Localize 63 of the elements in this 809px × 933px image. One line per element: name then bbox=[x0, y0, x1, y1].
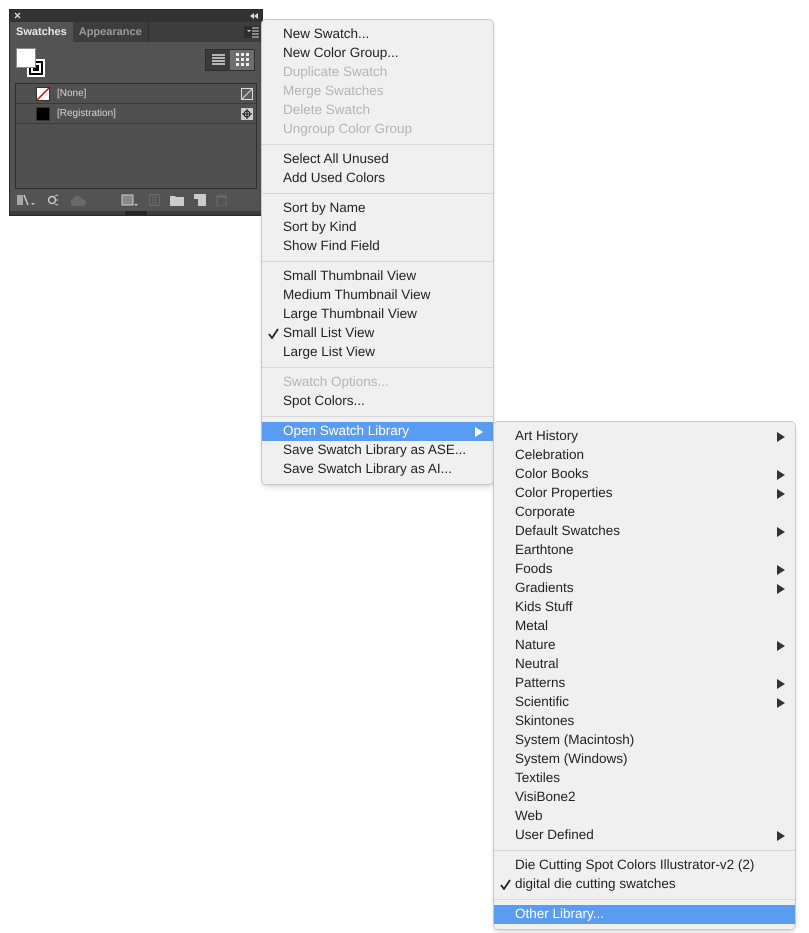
list-view-button[interactable] bbox=[206, 50, 230, 70]
menu-item[interactable]: Nature bbox=[494, 636, 795, 655]
none-swatch-icon bbox=[36, 86, 50, 101]
menu-item[interactable]: Metal bbox=[494, 617, 795, 636]
menu-item[interactable]: Textiles bbox=[494, 769, 795, 788]
menu-item[interactable]: Large List View bbox=[262, 343, 493, 362]
menu-item[interactable]: Web bbox=[494, 807, 795, 826]
list-icon bbox=[212, 54, 224, 66]
menu-item[interactable]: Color Books bbox=[494, 465, 795, 484]
menu-item[interactable]: Add Used Colors bbox=[262, 169, 493, 188]
resize-grip-icon[interactable] bbox=[125, 210, 147, 215]
menu-item[interactable]: Patterns bbox=[494, 674, 795, 693]
swatch-row[interactable]: [None] bbox=[16, 84, 256, 104]
menu-item[interactable]: Neutral bbox=[494, 655, 795, 674]
new-swatch-icon[interactable] bbox=[194, 194, 206, 206]
collapse-icon[interactable] bbox=[250, 12, 258, 19]
menu-item[interactable]: Spot Colors... bbox=[262, 392, 493, 411]
menu-item[interactable]: Die Cutting Spot Colors Illustrator-v2 (2) bbox=[494, 856, 795, 875]
menu-item[interactable]: Medium Thumbnail View bbox=[262, 286, 493, 305]
menu-icon[interactable] bbox=[244, 26, 260, 38]
grid-icon bbox=[236, 53, 248, 66]
swatch-name: [None] bbox=[57, 87, 88, 102]
menu-item[interactable]: System (Windows) bbox=[494, 750, 795, 769]
menu-item[interactable]: Small Thumbnail View bbox=[262, 267, 493, 286]
menu-item[interactable]: Show Find Field bbox=[262, 237, 493, 256]
menu-item[interactable]: New Color Group... bbox=[262, 44, 493, 63]
close-icon[interactable] bbox=[14, 12, 21, 20]
menu-item[interactable]: digital die cutting swatches bbox=[494, 875, 795, 894]
menu-item[interactable]: Large Thumbnail View bbox=[262, 305, 493, 324]
menu-item[interactable]: Scientific bbox=[494, 693, 795, 712]
color-group-icon[interactable] bbox=[121, 194, 139, 207]
panel-tab[interactable]: Appearance bbox=[72, 22, 149, 42]
menu-item[interactable]: Small List View bbox=[262, 324, 493, 343]
menu-item[interactable]: Gradients bbox=[494, 579, 795, 598]
swatch-name: [Registration] bbox=[57, 107, 117, 122]
menu-item[interactable]: Skintones bbox=[494, 712, 795, 731]
menu-item[interactable]: Kids Stuff bbox=[494, 598, 795, 617]
menu-item[interactable]: Earthtone bbox=[494, 541, 795, 560]
menu-item[interactable]: Default Swatches bbox=[494, 522, 795, 541]
library-icon[interactable] bbox=[17, 194, 37, 206]
menu-item[interactable]: Celebration bbox=[494, 446, 795, 465]
swatch-row[interactable]: [Registration] bbox=[16, 104, 256, 124]
menu-item[interactable]: System (Macintosh) bbox=[494, 731, 795, 750]
menu-item[interactable]: Select All Unused bbox=[262, 150, 493, 169]
menu-item[interactable]: Corporate bbox=[494, 503, 795, 522]
menu-item[interactable]: Color Properties bbox=[494, 484, 795, 503]
menu-item[interactable]: Foods bbox=[494, 560, 795, 579]
menu-item[interactable]: Save Swatch Library as ASE... bbox=[262, 441, 493, 460]
panel-tab[interactable]: Swatches bbox=[10, 22, 73, 42]
menu-item[interactable]: Sort by Name bbox=[262, 199, 493, 218]
registration-swatch-icon bbox=[36, 106, 50, 121]
menu-item[interactable]: New Swatch... bbox=[262, 25, 493, 44]
grid-view-button[interactable] bbox=[230, 50, 254, 70]
menu-item[interactable]: User Defined bbox=[494, 826, 795, 845]
none-type-icon bbox=[241, 88, 253, 100]
menu-item[interactable]: Art History bbox=[494, 427, 795, 446]
swatch-kind-icon[interactable] bbox=[47, 194, 59, 206]
menu-item[interactable]: VisiBone2 bbox=[494, 788, 795, 807]
menu-item[interactable]: Save Swatch Library as AI... bbox=[262, 460, 493, 479]
folder-icon[interactable] bbox=[170, 194, 184, 206]
fill-stroke-swatch[interactable] bbox=[16, 48, 46, 78]
menu-item[interactable]: Sort by Kind bbox=[262, 218, 493, 237]
registration-type-icon bbox=[241, 108, 253, 120]
